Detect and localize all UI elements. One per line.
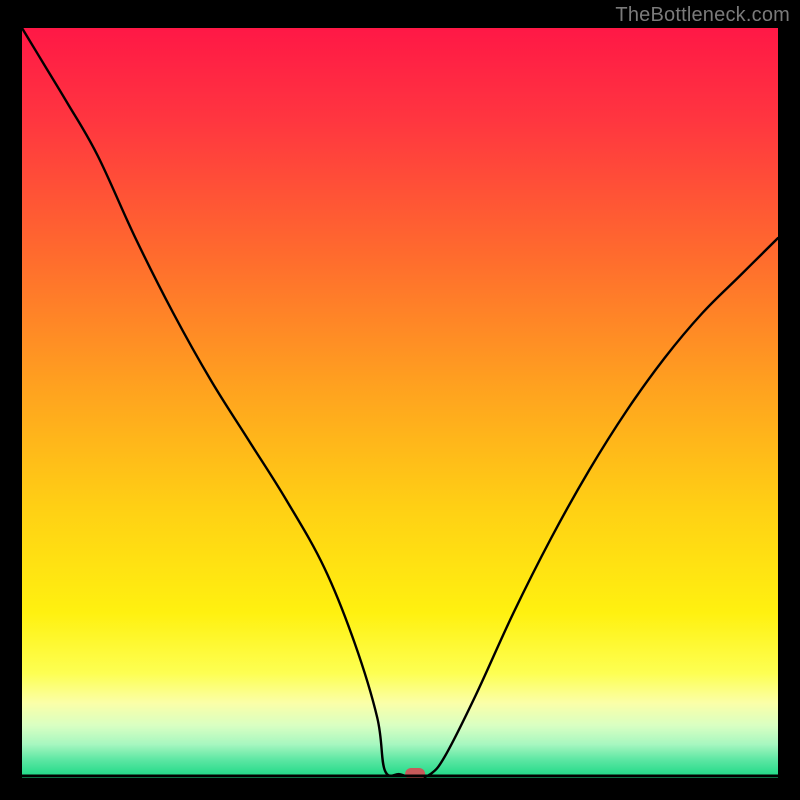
watermark-text: TheBottleneck.com <box>615 4 790 27</box>
bottleneck-chart <box>22 28 778 778</box>
plot-background <box>22 28 778 778</box>
chart-frame: TheBottleneck.com <box>0 0 800 800</box>
